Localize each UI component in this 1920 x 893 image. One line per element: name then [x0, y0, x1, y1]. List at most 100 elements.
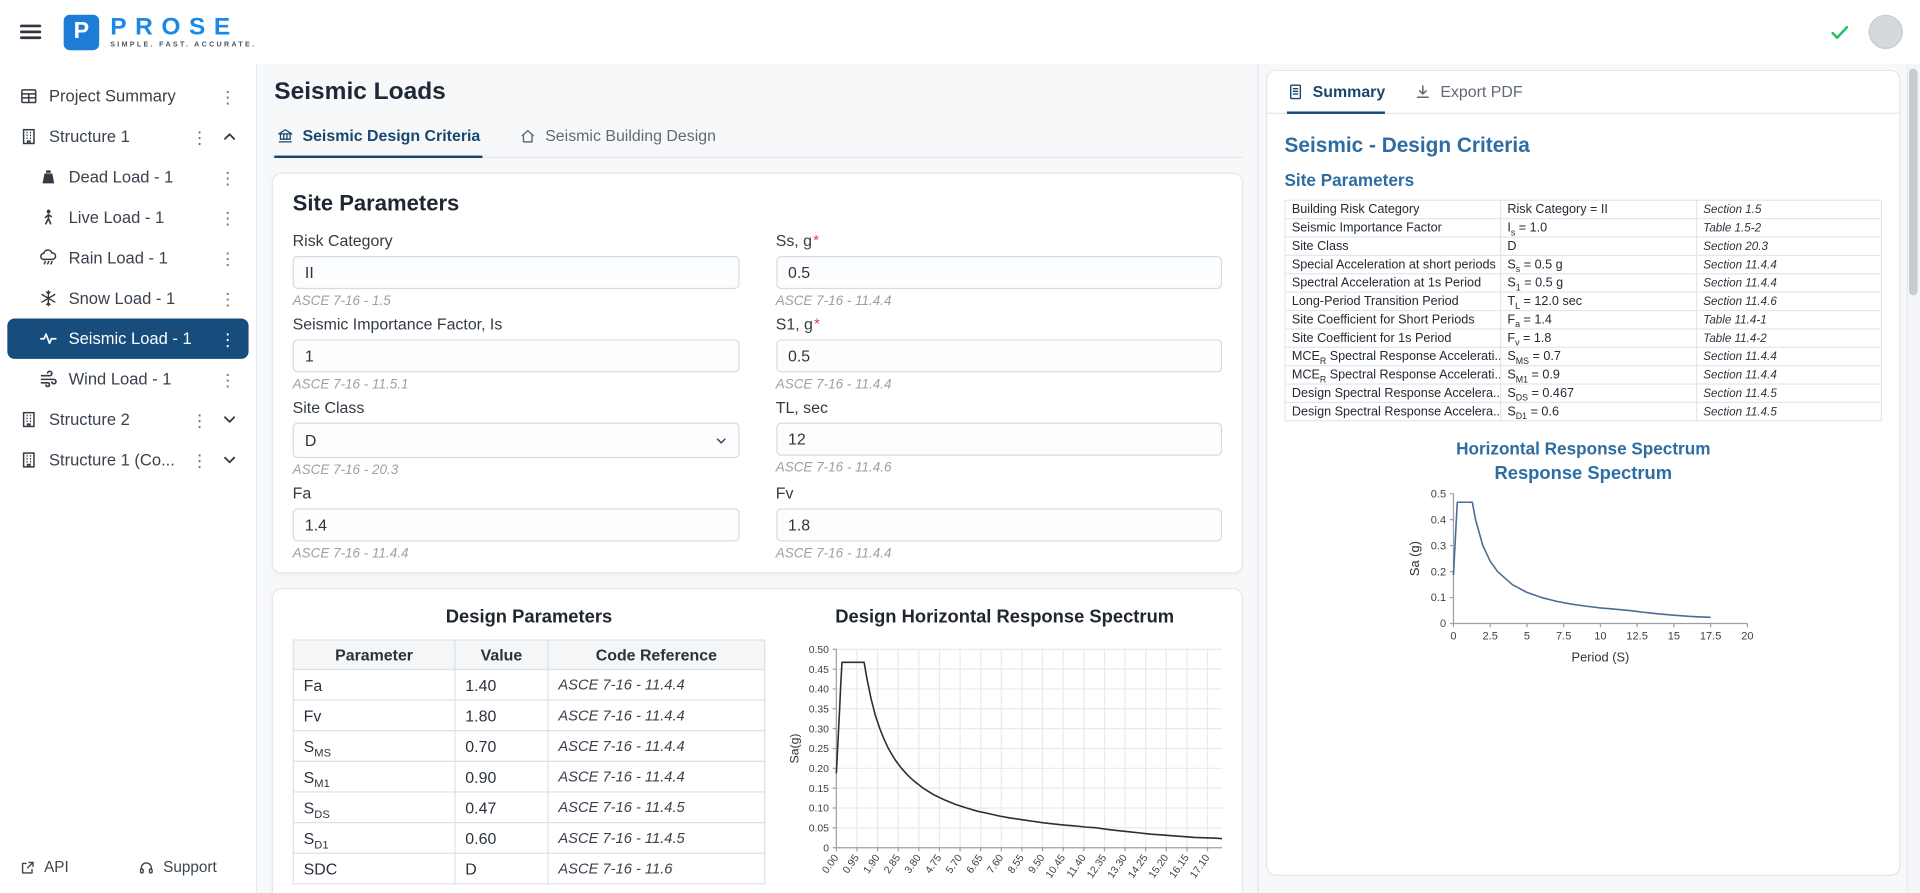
summary-value-cell: S1 = 0.5 g: [1501, 274, 1697, 292]
svg-text:17.10: 17.10: [1189, 853, 1213, 881]
sidebar-item-label: Structure 2: [49, 410, 130, 428]
sidebar-item-structure-1[interactable]: Structure 1⋮: [7, 116, 248, 156]
site-class-select[interactable]: D: [293, 423, 739, 459]
kebab-menu-icon[interactable]: ⋮: [217, 209, 239, 226]
chart-svg: 00.10.20.30.40.502.557.51012.51517.520Pe…: [1400, 484, 1767, 665]
fv-input[interactable]: [776, 508, 1222, 541]
tab-seismic-building-design[interactable]: Seismic Building Design: [517, 121, 718, 158]
kebab-menu-icon[interactable]: ⋮: [217, 290, 239, 307]
design-parameters-table: Parameter Value Code Reference Fa1.40ASC…: [293, 639, 766, 884]
code-reference-cell: ASCE 7-16 - 11.6: [548, 853, 765, 884]
sidebar-item-project-summary[interactable]: Project Summary⋮: [7, 76, 248, 116]
svg-text:0.50: 0.50: [809, 645, 829, 656]
summary-value-cell: SD1 = 0.6: [1501, 402, 1697, 420]
tab-label: Summary: [1313, 82, 1386, 100]
sidebar-item-live-load-1[interactable]: Live Load - 1⋮: [7, 197, 248, 237]
kebab-menu-icon[interactable]: ⋮: [217, 371, 239, 388]
sidebar-item-dead-load-1[interactable]: Dead Load - 1⋮: [7, 157, 248, 197]
value-cell: D: [455, 853, 548, 884]
s1-g-input[interactable]: [776, 339, 1222, 372]
design-parameters-title: Design Parameters: [293, 606, 766, 627]
kebab-menu-icon[interactable]: ⋮: [217, 330, 239, 347]
topbar-right: [1829, 15, 1902, 49]
headset-icon: [139, 859, 155, 875]
svg-text:20: 20: [1741, 630, 1753, 642]
summary-value-cell: Is = 1.0: [1501, 219, 1697, 237]
parameter-cell: Fa: [293, 669, 455, 700]
scrollbar-thumb[interactable]: [1909, 69, 1918, 296]
field-site-class: Site ClassDASCE 7-16 - 20.3: [293, 398, 739, 478]
scrollbar[interactable]: [1907, 64, 1920, 893]
sidebar-item-rain-load-1[interactable]: Rain Load - 1⋮: [7, 238, 248, 278]
summary-param-cell: MCER Spectral Response Accelerati...: [1285, 366, 1501, 384]
weight-icon: [39, 168, 57, 186]
chevron-down-icon[interactable]: [220, 410, 238, 428]
code-reference-cell: ASCE 7-16 - 11.4.5: [548, 823, 765, 854]
summary-param-cell: Site Coefficient for Short Periods: [1285, 311, 1501, 329]
sidebar-item-snow-load-1[interactable]: Snow Load - 1⋮: [7, 278, 248, 318]
svg-text:0.3: 0.3: [1431, 540, 1446, 552]
fa-input[interactable]: [293, 508, 739, 541]
svg-text:15: 15: [1668, 630, 1680, 642]
sidebar-item-wind-load-1[interactable]: Wind Load - 1⋮: [7, 359, 248, 399]
summary-row: MCER Spectral Response Accelerati...SM1 …: [1285, 366, 1881, 384]
app-window: P PROSE SIMPLE. FAST. ACCURATE. Project …: [0, 0, 1920, 893]
building-icon: [20, 127, 38, 145]
app-logo: P PROSE SIMPLE. FAST. ACCURATE.: [64, 14, 257, 50]
menu-icon[interactable]: [17, 18, 44, 45]
sidebar-item-seismic-load-1[interactable]: Seismic Load - 1⋮: [7, 319, 248, 359]
kebab-menu-icon[interactable]: ⋮: [189, 411, 211, 428]
tab-summary[interactable]: Summary: [1287, 71, 1385, 114]
sidebar-item-structure-1-co[interactable]: Structure 1 (Co...⋮: [7, 440, 248, 480]
design-parameter-row: Fv1.80ASCE 7-16 - 11.4.4: [293, 700, 764, 731]
chevron-up-icon[interactable]: [220, 127, 238, 145]
svg-text:7.5: 7.5: [1556, 630, 1571, 642]
summary-row: MCER Spectral Response Accelerati...SMS …: [1285, 347, 1881, 365]
kebab-menu-icon[interactable]: ⋮: [217, 88, 239, 105]
api-link[interactable]: API: [20, 859, 69, 876]
parameter-cell: SD1: [293, 823, 455, 854]
site-parameters-heading: Site Parameters: [293, 191, 1222, 217]
tl-sec-input[interactable]: [776, 423, 1222, 456]
svg-text:0.95: 0.95: [841, 853, 862, 876]
field-label: Seismic Importance Factor, Is: [293, 315, 739, 333]
summary-ref-cell: Section 11.4.4: [1697, 366, 1882, 384]
summary-value-cell: SM1 = 0.9: [1501, 366, 1697, 384]
tab-seismic-design-criteria[interactable]: Seismic Design Criteria: [274, 121, 482, 158]
snow-icon: [39, 289, 57, 307]
summary-ref-cell: Section 11.4.5: [1697, 402, 1882, 420]
tab-export-pdf[interactable]: Export PDF: [1415, 71, 1523, 114]
ss-g-input[interactable]: [776, 256, 1222, 289]
support-link[interactable]: Support: [139, 859, 217, 876]
avatar[interactable]: [1869, 15, 1903, 49]
required-asterisk: *: [813, 232, 819, 249]
logo-mark: P: [64, 14, 100, 50]
select-value: D: [305, 431, 316, 449]
summary-row: Site Coefficient for Short PeriodsFa = 1…: [1285, 311, 1881, 329]
kebab-menu-icon[interactable]: ⋮: [189, 128, 211, 145]
home-icon: [519, 127, 536, 144]
summary-row: Site Coefficient for 1s PeriodFv = 1.8Ta…: [1285, 329, 1881, 347]
summary-ref-cell: Section 11.4.5: [1697, 384, 1882, 402]
summary-value-cell: SDS = 0.467: [1501, 384, 1697, 402]
chevron-down-icon[interactable]: [220, 451, 238, 469]
sidebar-item-structure-2[interactable]: Structure 2 ⋮: [7, 399, 248, 439]
table-header-row: Parameter Value Code Reference: [293, 640, 764, 669]
svg-text:0.15: 0.15: [809, 784, 829, 795]
code-reference: ASCE 7-16 - 11.4.4: [776, 546, 1222, 561]
kebab-menu-icon[interactable]: ⋮: [217, 168, 239, 185]
kebab-menu-icon[interactable]: ⋮: [217, 249, 239, 266]
seismic-importance-factor-is-input[interactable]: [293, 339, 739, 372]
svg-text:0.00: 0.00: [821, 853, 842, 876]
parameter-cell: SDC: [293, 853, 455, 884]
field-label: Risk Category: [293, 232, 739, 250]
parameter-cell: SMS: [293, 731, 455, 762]
svg-text:2.85: 2.85: [882, 853, 903, 876]
svg-text:17.5: 17.5: [1700, 630, 1721, 642]
summary-ref-cell: Section 11.4.4: [1697, 255, 1882, 273]
kebab-menu-icon[interactable]: ⋮: [189, 451, 211, 468]
risk-category-input[interactable]: [293, 256, 739, 289]
svg-text:0.40: 0.40: [809, 685, 829, 696]
svg-text:10: 10: [1594, 630, 1606, 642]
svg-text:5: 5: [1524, 630, 1530, 642]
